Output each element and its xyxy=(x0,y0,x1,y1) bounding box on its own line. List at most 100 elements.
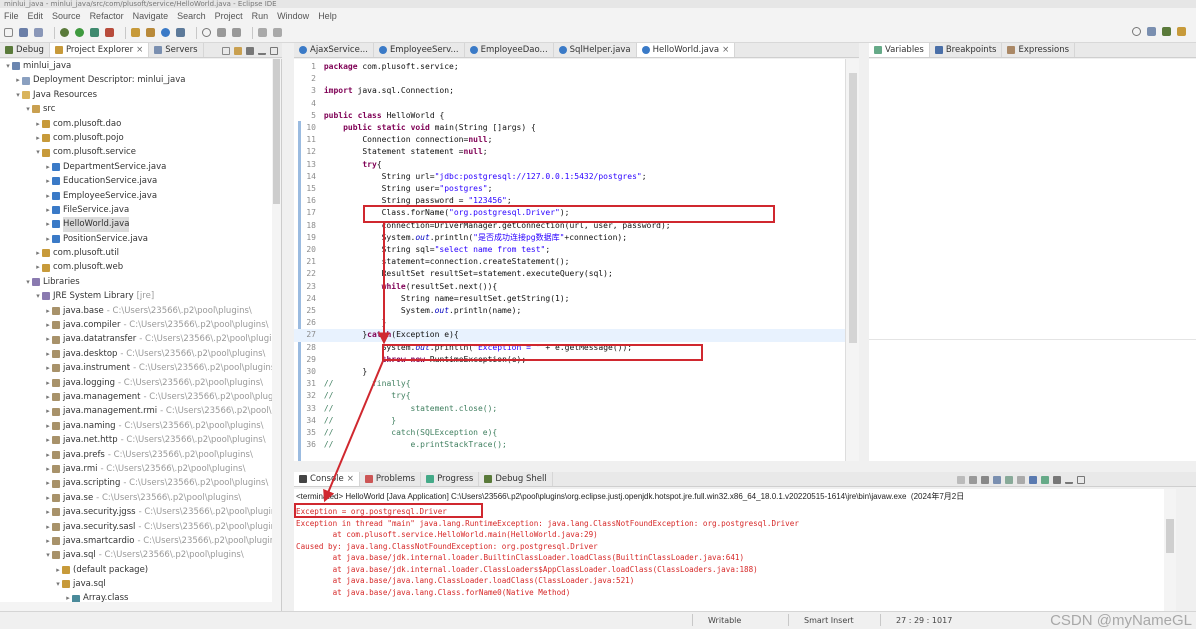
tree-item[interactable]: ▸ com.plusoft.dao xyxy=(0,117,281,131)
tree-item[interactable]: ▸ java.datatransfer - C:\Users\23566\.p2\p… xyxy=(0,332,281,346)
tree-item[interactable]: ▸ java.prefs - C:\Users\23566\.p2\pool\plu… xyxy=(0,448,281,462)
tree-item[interactable]: ▸ Deployment Descriptor: minlui_java xyxy=(0,73,281,87)
tree-item[interactable]: ▸ java.base - C:\Users\23566\.p2\pool\plug… xyxy=(0,304,281,318)
chevron-right-icon[interactable]: ▸ xyxy=(34,260,42,274)
new-class-icon[interactable] xyxy=(161,28,170,37)
tab-variables[interactable]: Variables xyxy=(869,43,930,57)
chevron-down-icon[interactable]: ▾ xyxy=(44,548,52,562)
code-line[interactable]: 30 } xyxy=(294,366,845,378)
new-icon[interactable] xyxy=(4,28,13,37)
menu-refactor[interactable]: Refactor xyxy=(90,11,124,21)
tree-item[interactable]: ▸ java.rmi - C:\Users\23566\.p2\pool\plugi… xyxy=(0,462,281,476)
tree-item[interactable]: ▸ DepartmentService.java xyxy=(0,160,281,174)
tree-item[interactable]: ▸ java.smartcardio - C:\Users\23566\.p2\po… xyxy=(0,534,281,548)
menu-project[interactable]: Project xyxy=(215,11,243,21)
chevron-right-icon[interactable]: ▸ xyxy=(44,304,52,318)
menu-file[interactable]: File xyxy=(4,11,19,21)
code-line[interactable]: 20 String sql="select name from test"; xyxy=(294,244,845,256)
tree-item[interactable]: ▾ JRE System Library [jre] xyxy=(0,289,281,303)
code-line[interactable]: 23 while(resultSet.next()){ xyxy=(294,281,845,293)
open-type-icon[interactable] xyxy=(176,28,185,37)
tree-item[interactable]: ▸ java.management - C:\Users\23566\.p2\poo… xyxy=(0,390,281,404)
console-line[interactable]: Exception in thread "main" java.lang.Run… xyxy=(296,518,799,530)
console-scrollbar[interactable] xyxy=(1164,489,1176,611)
chevron-right-icon[interactable]: ▸ xyxy=(44,376,52,390)
chevron-down-icon[interactable]: ▾ xyxy=(24,275,32,289)
scroll-lock-icon[interactable] xyxy=(993,476,1001,484)
chevron-right-icon[interactable]: ▸ xyxy=(44,189,52,203)
console-line[interactable]: at java.base/jdk.internal.loader.Builtin… xyxy=(296,552,744,564)
editor-scrollbar[interactable] xyxy=(845,59,859,461)
perspective-debug-icon[interactable] xyxy=(1162,27,1171,36)
tree-item[interactable]: ▸ java.security.sasl - C:\Users\23566\.p2\… xyxy=(0,520,281,534)
menu-navigate[interactable]: Navigate xyxy=(133,11,169,21)
run-icon[interactable] xyxy=(75,28,84,37)
tree-item[interactable]: ▾ src xyxy=(0,102,281,116)
tree-item[interactable]: ▸ com.plusoft.pojo xyxy=(0,131,281,145)
tree-item[interactable]: ▸ java.scripting - C:\Users\23566\.p2\pool… xyxy=(0,476,281,490)
new-package-icon[interactable] xyxy=(146,28,155,37)
view-menu-icon[interactable] xyxy=(1053,476,1061,484)
chevron-right-icon[interactable]: ▸ xyxy=(44,318,52,332)
tree-item[interactable]: ▸ com.plusoft.util xyxy=(0,246,281,260)
clear-console-icon[interactable] xyxy=(981,476,989,484)
scrollbar-thumb[interactable] xyxy=(1166,519,1174,553)
back-icon[interactable] xyxy=(258,28,267,37)
debug-icon[interactable] xyxy=(60,28,69,37)
menu-run[interactable]: Run xyxy=(252,11,269,21)
code-line[interactable]: 2 xyxy=(294,73,845,85)
chevron-down-icon[interactable]: ▾ xyxy=(24,102,32,116)
chevron-right-icon[interactable]: ▸ xyxy=(44,462,52,476)
tab-ajaxservice[interactable]: AjaxService... xyxy=(294,43,374,57)
chevron-right-icon[interactable]: ▸ xyxy=(44,505,52,519)
tree-item[interactable]: ▸ java.desktop - C:\Users\23566\.p2\pool\p… xyxy=(0,347,281,361)
tree-item[interactable]: ▸ java.management.rmi - C:\Users\23566\.p2… xyxy=(0,404,281,418)
scrollbar-thumb[interactable] xyxy=(273,59,280,204)
chevron-right-icon[interactable]: ▸ xyxy=(44,534,52,548)
tab-sqlhelper-java[interactable]: SqlHelper.java xyxy=(554,43,637,57)
tree-item[interactable]: ▸ java.logging - C:\Users\23566\.p2\pool\p… xyxy=(0,376,281,390)
code-line[interactable]: 3 import java.sql.Connection; xyxy=(294,85,845,97)
tab-project-explorer[interactable]: Project Explorer × xyxy=(49,43,150,57)
code-line[interactable]: 19 System.out.println("是否成功连接pg数据库"+conn… xyxy=(294,232,845,244)
tree-item[interactable]: ▸ com.plusoft.web xyxy=(0,260,281,274)
console-line[interactable]: at java.base/jdk.internal.loader.ClassLo… xyxy=(296,564,758,576)
console-line[interactable]: at com.plusoft.service.HelloWorld.main(H… xyxy=(296,529,598,541)
console-line[interactable]: at java.base/java.lang.ClassLoader.loadC… xyxy=(296,575,635,587)
save-icon[interactable] xyxy=(19,28,28,37)
code-line[interactable]: 14 String url="jdbc:postgresql://127.0.0… xyxy=(294,171,845,183)
chevron-right-icon[interactable]: ▸ xyxy=(44,203,52,217)
code-line[interactable]: 10 public static void main(String []args… xyxy=(294,122,845,134)
tree-item[interactable]: ▾ Java Resources xyxy=(0,88,281,102)
tree-item[interactable]: ▸ java.net.http - C:\Users\23566\.p2\pool\… xyxy=(0,433,281,447)
menu-help[interactable]: Help xyxy=(318,11,337,21)
chevron-right-icon[interactable]: ▸ xyxy=(44,160,52,174)
tab-employeeserv[interactable]: EmployeeServ... xyxy=(374,43,465,57)
code-line[interactable]: 31 // finally{ xyxy=(294,378,845,390)
code-line[interactable]: 25 System.out.println(name); xyxy=(294,305,845,317)
menu-search[interactable]: Search xyxy=(177,11,206,21)
tree-item[interactable]: ▸ java.naming - C:\Users\23566\.p2\pool\pl… xyxy=(0,419,281,433)
tree-item[interactable]: ▸ (default package) xyxy=(0,563,281,577)
tree-item[interactable]: ▸ FileService.java xyxy=(0,203,281,217)
tree-item[interactable]: ▸ HelloWorld.java xyxy=(0,217,281,232)
code-line[interactable]: 32 // try{ xyxy=(294,390,845,402)
tree-item[interactable]: ▾ java.sql xyxy=(0,577,281,591)
new-console-icon[interactable] xyxy=(1041,476,1049,484)
close-icon[interactable]: × xyxy=(136,43,143,57)
word-wrap-icon[interactable] xyxy=(1005,476,1013,484)
next-annotation-icon[interactable] xyxy=(232,28,241,37)
tree-item[interactable]: ▸ EducationService.java xyxy=(0,174,281,188)
external-tools-icon[interactable] xyxy=(105,28,114,37)
code-line[interactable]: 1 package com.plusoft.service; xyxy=(294,61,845,73)
tab-expressions[interactable]: Expressions xyxy=(1002,43,1076,57)
chevron-down-icon[interactable]: ▾ xyxy=(34,145,42,159)
search-icon[interactable] xyxy=(202,28,211,37)
tree-item[interactable]: ▸ java.instrument - C:\Users\23566\.p2\poo… xyxy=(0,361,281,375)
tab-debug[interactable]: Debug xyxy=(0,43,50,57)
code-line[interactable]: 27 }catch(Exception e){ xyxy=(294,329,845,342)
chevron-right-icon[interactable]: ▸ xyxy=(54,563,62,577)
menu-window[interactable]: Window xyxy=(277,11,309,21)
tab-helloworld-java[interactable]: HelloWorld.java × xyxy=(636,43,736,57)
chevron-right-icon[interactable]: ▸ xyxy=(44,217,52,231)
